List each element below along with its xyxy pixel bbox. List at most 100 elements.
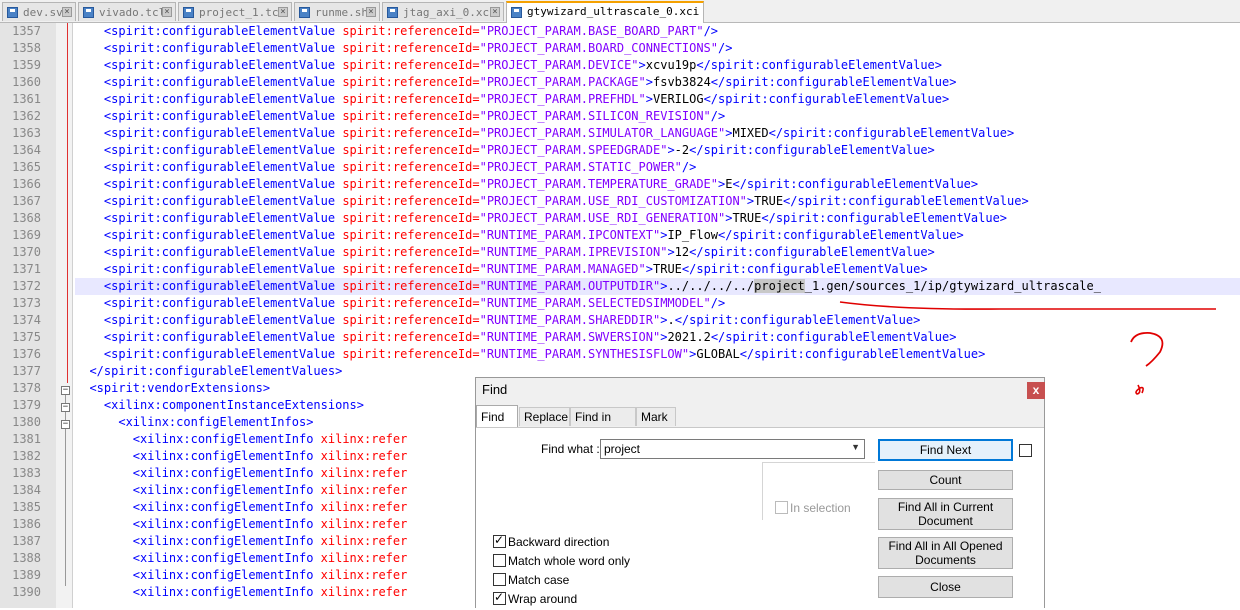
code-line[interactable]: 1360 <spirit:configurableElementValue sp… [0,74,1240,91]
code-token: > [667,143,675,157]
close-icon[interactable]: × [490,7,500,17]
tab-bar: dev.sv × vivado.tcl × project_1.tcl × ru… [0,0,1240,23]
code-token: spirit:referenceId= [342,143,480,157]
close-icon[interactable]: × [62,7,72,17]
line-number: 1364 [12,143,41,157]
tab-find[interactable]: Find [476,405,518,427]
code-line[interactable]: 1373 <spirit:configurableElementValue sp… [0,295,1240,312]
code-line[interactable]: 1375 <spirit:configurableElementValue sp… [0,329,1240,346]
code-line[interactable]: 1361 <spirit:configurableElementValue sp… [0,91,1240,108]
file-icon [511,7,522,18]
line-code: <spirit:configurableElementValue spirit:… [75,210,1240,227]
line-number: 1374 [12,313,41,327]
close-icon[interactable]: × [278,7,288,17]
code-token: fsvb3824 [653,75,711,89]
close-icon[interactable]: × [162,7,172,17]
tab-label: jtag_axi_0.xci [403,6,496,19]
close-button[interactable]: Close [878,576,1013,598]
code-token: xilinx:refer [320,449,408,463]
line-code: <spirit:configurableElementValue spirit:… [75,57,1240,74]
line-number: 1368 [12,211,41,225]
find-what-input[interactable]: project ▼ [600,439,865,459]
in-selection-checkbox[interactable] [775,501,788,514]
code-line[interactable]: 1366 <spirit:configurableElementValue sp… [0,176,1240,193]
tab-jtag-axi-xci[interactable]: jtag_axi_0.xci × [382,2,504,21]
code-line[interactable]: 1362 <spirit:configurableElementValue sp… [0,108,1240,125]
line-number: 1386 [12,517,41,531]
tab-vivado-tcl[interactable]: vivado.tcl × [78,2,176,21]
code-line[interactable]: 1372 <spirit:configurableElementValue sp… [0,278,1240,295]
code-token: "PROJECT_PARAM.DEVICE" [479,58,639,72]
close-icon[interactable]: × [366,7,376,17]
code-line[interactable]: 1376 <spirit:configurableElementValue sp… [0,346,1240,363]
find-next-button[interactable]: Find Next [878,439,1013,461]
code-line[interactable]: 1374 <spirit:configurableElementValue sp… [0,312,1240,329]
find-all-open-button[interactable]: Find All in All Opened Documents [878,537,1013,569]
file-icon [387,7,398,18]
line-code: <spirit:configurableElementValue spirit:… [75,312,1240,329]
code-line[interactable]: 1369 <spirit:configurableElementValue sp… [0,227,1240,244]
line-code: <spirit:configurableElementValue spirit:… [75,346,1240,363]
tab-project-1-tcl[interactable]: project_1.tcl × [178,2,292,21]
code-line[interactable]: 1367 <spirit:configurableElementValue sp… [0,193,1240,210]
code-token: spirit:referenceId= [342,228,480,242]
line-code: <spirit:configurableElementValue spirit:… [75,176,1240,193]
code-line[interactable]: 1368 <spirit:configurableElementValue sp… [0,210,1240,227]
tab-replace[interactable]: Replace [519,407,570,426]
find-next-label: Find Next [919,443,972,457]
line-code: <spirit:configurableElementValue spirit:… [75,295,1240,312]
close-label: Close [930,580,961,594]
line-code: <spirit:configurableElementValue spirit:… [75,244,1240,261]
code-token: </spirit:configurableElementValue> [739,347,986,361]
find-all-current-label: Find All in Current Document [897,500,994,528]
in-selection-label: In selection [790,501,851,515]
transparency-checkbox[interactable] [1019,444,1032,457]
match-case-checkbox[interactable] [493,573,506,586]
match-whole-word-checkbox[interactable] [493,554,506,567]
code-line[interactable]: 1363 <spirit:configurableElementValue sp… [0,125,1240,142]
tab-dev-sv[interactable]: dev.sv × [2,2,76,21]
tab-runme-sh[interactable]: runme.sh × [294,2,380,21]
line-number: 1361 [12,92,41,106]
code-line[interactable]: 1357 <spirit:configurableElementValue sp… [0,23,1240,40]
code-line[interactable]: 1365 <spirit:configurableElementValue sp… [0,159,1240,176]
code-token: xilinx:refer [320,500,408,514]
code-line[interactable]: 1359 <spirit:configurableElementValue sp… [0,57,1240,74]
line-code: <spirit:configurableElementValue spirit:… [75,23,1240,40]
code-token: <xilinx:configElementInfo [75,551,321,565]
code-line[interactable]: 1358 <spirit:configurableElementValue sp… [0,40,1240,57]
code-token: spirit:referenceId= [342,313,480,327]
code-line[interactable]: 1364 <spirit:configurableElementValue sp… [0,142,1240,159]
dialog-close-button[interactable]: x [1027,382,1045,399]
code-token: <spirit:configurableElementValue [75,313,343,327]
count-button[interactable]: Count [878,470,1013,490]
code-line[interactable]: 1370 <spirit:configurableElementValue sp… [0,244,1240,261]
code-token: <spirit:configurableElementValue [75,262,343,276]
tab-mark[interactable]: Mark [636,407,676,426]
code-token: <spirit:configurableElementValue [75,143,343,157]
tab-gtywizard-xci[interactable]: gtywizard_ultrascale_0.xci [506,1,704,23]
chevron-down-icon[interactable]: ▼ [851,442,860,452]
code-line[interactable]: 1371 <spirit:configurableElementValue sp… [0,261,1240,278]
backward-direction-checkbox[interactable] [493,533,506,548]
line-number: 1360 [12,75,41,89]
tab-label: dev.sv [23,6,63,19]
line-number: 1390 [12,585,41,599]
tab-find-in-files[interactable]: Find in Files [570,407,636,443]
code-token: GLOBAL [696,347,740,361]
wrap-around-label: Wrap around [508,592,578,606]
code-token: spirit:referenceId= [342,262,480,276]
code-token: spirit:referenceId= [342,58,480,72]
find-all-current-button[interactable]: Find All in Current Document [878,498,1013,530]
wrap-around-checkbox[interactable] [493,590,506,605]
line-number: 1376 [12,347,41,361]
code-token: </spirit:configurableElementValue> [710,330,957,344]
find-all-open-label: Find All in All Opened Documents [888,539,1003,567]
code-token: xilinx:refer [320,483,408,497]
code-token: </spirit:configurableElementValue> [681,262,928,276]
code-token: "PROJECT_PARAM.USE_RDI_GENERATION" [479,211,726,225]
code-token: <spirit:configurableElementValue [75,245,343,259]
code-token: ../../../../ [667,279,755,293]
code-token: xilinx:refer [320,568,408,582]
line-number: 1382 [12,449,41,463]
